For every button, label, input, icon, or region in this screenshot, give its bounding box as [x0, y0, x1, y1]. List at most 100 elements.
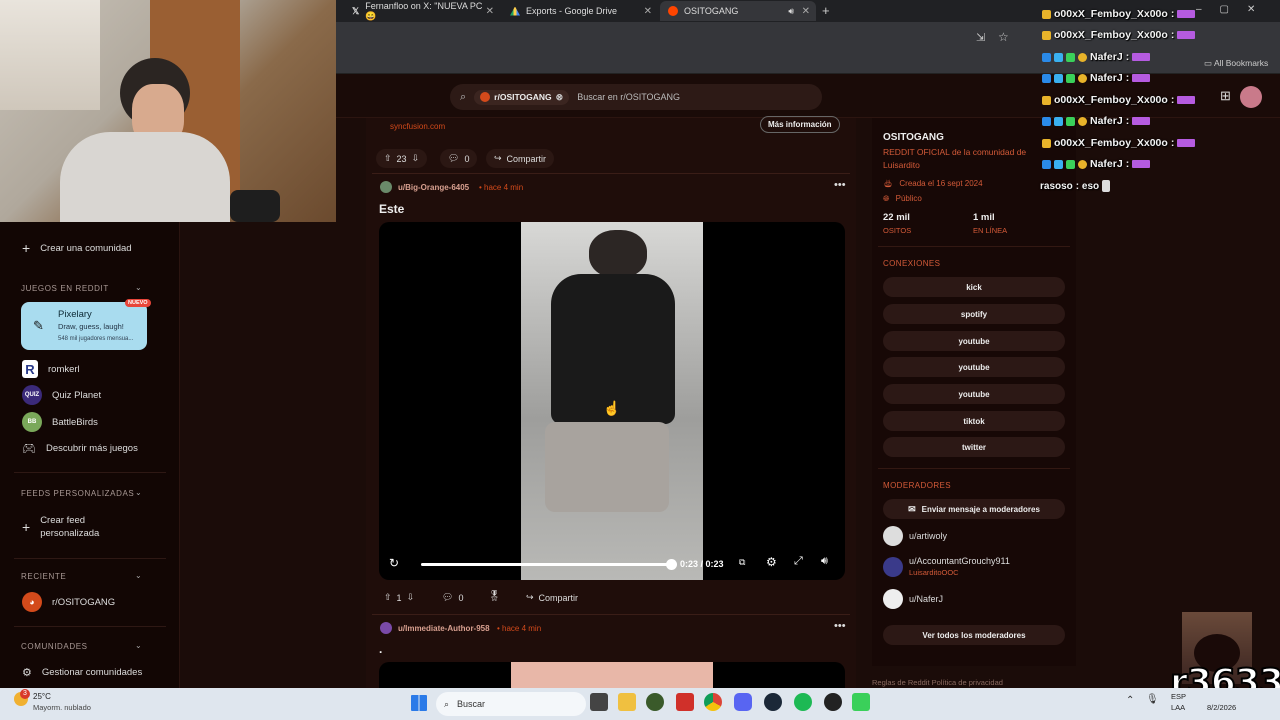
- chevron-up-icon[interactable]: ⌃: [1126, 695, 1134, 706]
- manage-communities-button[interactable]: ⚙ Gestionar comunidades: [22, 666, 142, 679]
- kick-icon[interactable]: [852, 693, 870, 711]
- clear-icon[interactable]: ⊗: [556, 92, 564, 103]
- progress-track[interactable]: [421, 559, 677, 570]
- author-avatar[interactable]: [380, 622, 392, 634]
- connection-tiktok[interactable]: tiktok: [883, 411, 1065, 431]
- post-comments-button[interactable]: 💬︎ 0: [442, 592, 463, 603]
- upvote-icon[interactable]: ⇧: [384, 592, 392, 603]
- footer-links[interactable]: Reglas de Reddit Política de privacidad: [872, 678, 1003, 687]
- discord-icon[interactable]: [734, 693, 752, 711]
- ad-domain[interactable]: syncfusion.com: [390, 122, 445, 131]
- create-community-button[interactable]: + Crear una comunidad: [22, 240, 132, 256]
- connection-youtube[interactable]: youtube: [883, 357, 1065, 377]
- obs-icon[interactable]: [824, 693, 842, 711]
- post-author[interactable]: u/Big-Orange-6405: [398, 183, 469, 192]
- window-controls[interactable]: –▢✕: [1196, 4, 1273, 15]
- taskbar-date[interactable]: 8/2/2026: [1207, 703, 1236, 712]
- connection-twitter[interactable]: twitter: [883, 437, 1065, 457]
- game-romkerl[interactable]: R romkerl: [22, 360, 80, 378]
- author-avatar[interactable]: [380, 181, 392, 193]
- language-layout[interactable]: LAA: [1171, 703, 1185, 712]
- post-share-button[interactable]: ↪ Compartir: [526, 592, 578, 603]
- game-label: romkerl: [48, 363, 80, 375]
- chat-username: rasoso: [1040, 180, 1073, 192]
- featured-game-card[interactable]: ✎ Pixelary Draw, guess, laugh! 548 mil j…: [21, 299, 151, 350]
- plus-icon: +: [22, 519, 31, 535]
- progress-handle[interactable]: [666, 559, 677, 570]
- connection-kick[interactable]: kick: [883, 277, 1065, 297]
- app-icon[interactable]: [676, 693, 694, 711]
- steam-icon[interactable]: [764, 693, 782, 711]
- moderator-item[interactable]: u/artiwoly: [883, 526, 947, 546]
- discover-games-button[interactable]: 🎮︎ Descubrir más juegos: [22, 442, 138, 455]
- weather-desc[interactable]: Mayorm. nublado: [33, 703, 91, 712]
- post-title[interactable]: Este: [379, 202, 404, 216]
- replay-icon[interactable]: ↻: [389, 556, 399, 570]
- connection-youtube[interactable]: youtube: [883, 331, 1065, 351]
- game-quiz-planet[interactable]: QUIZ Quiz Planet: [22, 385, 101, 405]
- recent-header[interactable]: RECIENTE ⌄: [21, 571, 142, 581]
- feeds-header[interactable]: FEEDS PERSONALIZADAS ⌄: [21, 488, 142, 498]
- chat-separator: :: [1125, 115, 1130, 127]
- connection-youtube[interactable]: youtube: [883, 384, 1065, 404]
- windows-start-icon[interactable]: [411, 695, 427, 711]
- fullscreen-icon[interactable]: ⤢: [794, 555, 803, 568]
- more-options-icon[interactable]: •••: [834, 179, 846, 191]
- captions-icon[interactable]: ⧉: [739, 557, 745, 568]
- weather-temp[interactable]: 25°C: [33, 692, 51, 701]
- close-icon[interactable]: ✕: [802, 6, 810, 17]
- message-mods-button[interactable]: ✉ Enviar mensaje a moderadores: [883, 499, 1065, 519]
- avatar[interactable]: [1240, 86, 1262, 108]
- tab-fernanfloo[interactable]: 𝕏 Fernanfloo on X: "NUEVA PC 😄 ✕: [344, 1, 500, 21]
- chrome-icon[interactable]: [704, 693, 722, 711]
- post-media[interactable]: [379, 662, 845, 688]
- downvote-icon[interactable]: ⇩: [412, 153, 420, 164]
- communities-header[interactable]: COMUNIDADES ⌄: [21, 641, 142, 651]
- game-battlebirds[interactable]: BB BattleBirds: [22, 412, 98, 432]
- install-icon[interactable]: ⇲: [976, 31, 985, 44]
- award-icon[interactable]: 🎖︎: [488, 591, 501, 602]
- new-tab-icon[interactable]: +: [822, 3, 830, 18]
- downvote-icon[interactable]: ⇩: [407, 592, 415, 603]
- volume-icon[interactable]: 🔊︎: [821, 555, 828, 568]
- video-player[interactable]: ☝ ↻ 0:23 / 0:23 ⧉ ⚙ ⤢ 🔊︎: [379, 222, 845, 580]
- add-post-icon[interactable]: ⊞: [1220, 88, 1231, 104]
- task-view-icon[interactable]: [590, 693, 608, 711]
- tab-ositogang[interactable]: OSITOGANG 🔊︎ ✕: [660, 1, 816, 21]
- connection-spotify[interactable]: spotify: [883, 304, 1065, 324]
- search-input[interactable]: Buscar en r/OSITOGANG: [577, 92, 680, 102]
- ad-cta-button[interactable]: Más información: [760, 116, 840, 133]
- upvote-icon[interactable]: ⇧: [384, 153, 392, 164]
- language-indicator[interactable]: ESP: [1171, 692, 1186, 701]
- create-feed-button[interactable]: + Crear feed personalizada: [22, 514, 122, 540]
- more-options-icon[interactable]: •••: [834, 620, 846, 632]
- tab-drive[interactable]: Exports - Google Drive ✕: [502, 1, 658, 21]
- close-icon[interactable]: ✕: [644, 6, 652, 17]
- subreddit-chip[interactable]: r/OSITOGANG ⊗: [474, 89, 570, 105]
- microphone-icon[interactable]: 🎙︎: [1146, 694, 1159, 705]
- search-bar[interactable]: ⌕ r/OSITOGANG ⊗ Buscar en r/OSITOGANG: [450, 84, 822, 110]
- moderator-item[interactable]: u/AccountantGrouchy911 LuisarditoOOC: [883, 556, 1010, 578]
- post-title[interactable]: .: [379, 642, 382, 656]
- games-header[interactable]: JUEGOS EN REDDIT ⌄: [21, 283, 142, 293]
- app-icon[interactable]: [646, 693, 664, 711]
- settings-icon[interactable]: ⚙: [766, 555, 777, 569]
- view-all-mods-button[interactable]: Ver todos los moderadores: [883, 625, 1065, 645]
- recent-ositogang[interactable]: ◕ r/OSITOGANG: [22, 592, 115, 612]
- discover-label: Descubrir más juegos: [45, 443, 138, 454]
- star-icon[interactable]: ☆: [998, 30, 1009, 44]
- ad-comments-button[interactable]: 💬︎ 0: [440, 149, 478, 168]
- crown-badge-icon: [1042, 30, 1051, 40]
- moderator-item[interactable]: u/NaferJ: [883, 589, 943, 609]
- taskbar-search[interactable]: ⌕ Buscar: [436, 692, 586, 716]
- game-label: Quiz Planet: [52, 389, 102, 401]
- ad-share-button[interactable]: ↪ Compartir: [486, 149, 555, 168]
- spotify-icon[interactable]: [794, 693, 812, 711]
- close-icon[interactable]: ✕: [486, 6, 494, 17]
- post-vote-control[interactable]: ⇧ 1 ⇩: [384, 592, 414, 603]
- post-author[interactable]: u/Immediate-Author-958: [398, 624, 490, 633]
- speaker-icon[interactable]: 🔊︎: [788, 6, 794, 17]
- file-explorer-icon[interactable]: [618, 693, 636, 711]
- all-bookmarks[interactable]: ▭ All Bookmarks: [1204, 58, 1268, 69]
- ad-vote-control[interactable]: ⇧ 23 ⇩: [376, 149, 428, 168]
